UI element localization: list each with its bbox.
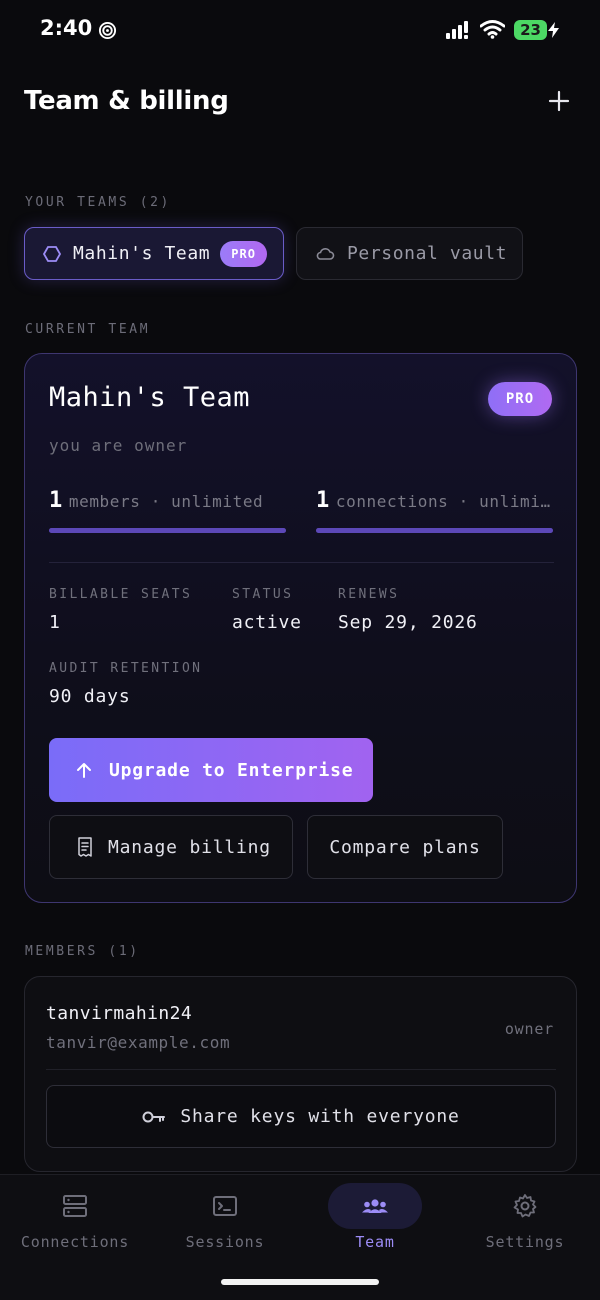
manage-billing-label: Manage billing [108,836,271,858]
member-email: tanvir@example.com [46,1033,231,1052]
wifi-icon [480,20,505,39]
terminal-icon [213,1196,237,1216]
hexagon-icon [43,245,61,262]
server-icon [63,1195,87,1217]
current-team-label: CURRENT TEAM [25,322,151,337]
tab-sessions[interactable]: Sessions [150,1175,300,1275]
key-icon [142,1111,166,1122]
upgrade-to-enterprise-button[interactable]: Upgrade to Enterprise [49,738,373,802]
status-label: STATUS [232,587,294,602]
team-chip-label: Personal vault [347,243,508,264]
connections-count: 1 [316,488,330,513]
connections-usage-bar [316,528,553,533]
team-name: Mahin's Team [49,382,251,413]
page-title: Team & billing [24,86,229,116]
tab-label: Connections [20,1233,130,1251]
member-username: tanvirmahin24 [46,1003,193,1024]
arrow-up-icon [77,763,91,778]
tab-connections[interactable]: Connections [0,1175,150,1275]
team-chip-mahins-team[interactable]: Mahin's Team PRO [24,227,284,280]
users-icon [362,1199,388,1213]
card-divider [49,562,554,563]
gear-icon [513,1194,537,1218]
status-bar: 2:40 23 [0,0,600,60]
member-divider [46,1069,556,1070]
manage-billing-button[interactable]: Manage billing [49,815,293,879]
members-usage-label: members · unlimited [68,492,264,511]
member-role: owner [504,1020,554,1038]
current-team-card: Mahin's Team PRO you are owner 1 members … [24,353,577,903]
plan-badge: PRO [488,382,552,416]
status-time: 2:40 [40,16,93,40]
members-label: MEMBERS (1) [25,944,140,959]
renews-label: RENEWS [338,587,400,602]
tab-label: Team [355,1233,395,1251]
connections-usage-label: connections · unlimited [335,492,553,511]
focus-mode-icon [98,21,117,40]
add-team-button[interactable] [544,86,574,116]
share-keys-button[interactable]: Share keys with everyone [46,1085,556,1148]
cloud-icon [316,247,335,260]
billable-seats-label: BILLABLE SEATS [49,587,193,602]
pro-badge: PRO [220,240,267,267]
your-teams-label: YOUR TEAMS (2) [25,195,171,210]
tab-label: Settings [485,1233,565,1251]
tab-label: Sessions [185,1233,265,1251]
members-usage: 1 members · unlimited [49,488,286,533]
battery-indicator: 23 [514,20,547,40]
team-chip-personal-vault[interactable]: Personal vault [296,227,523,280]
team-role: you are owner [49,436,188,455]
renews-value: Sep 29, 2026 [338,612,478,633]
team-chip-label: Mahin's Team [73,243,211,264]
audit-retention-value: 90 days [49,686,131,707]
members-usage-bar [49,528,286,533]
tab-settings[interactable]: Settings [450,1175,600,1275]
members-count: 1 [49,488,63,513]
cellular-signal-icon [446,21,468,39]
tab-team[interactable]: Team [300,1175,450,1275]
members-card: tanvirmahin24 tanvir@example.com owner S… [24,976,577,1172]
receipt-icon [78,837,92,857]
compare-plans-button[interactable]: Compare plans [307,815,503,879]
status-value: active [232,612,302,633]
billable-seats-value: 1 [49,612,61,633]
audit-retention-label: AUDIT RETENTION [49,661,203,676]
upgrade-button-label: Upgrade to Enterprise [109,759,354,781]
share-keys-label: Share keys with everyone [180,1106,460,1127]
charging-bolt-icon [548,22,559,38]
home-indicator [221,1279,379,1285]
compare-plans-label: Compare plans [329,836,481,858]
connections-usage: 1 connections · unlimited [316,488,553,533]
